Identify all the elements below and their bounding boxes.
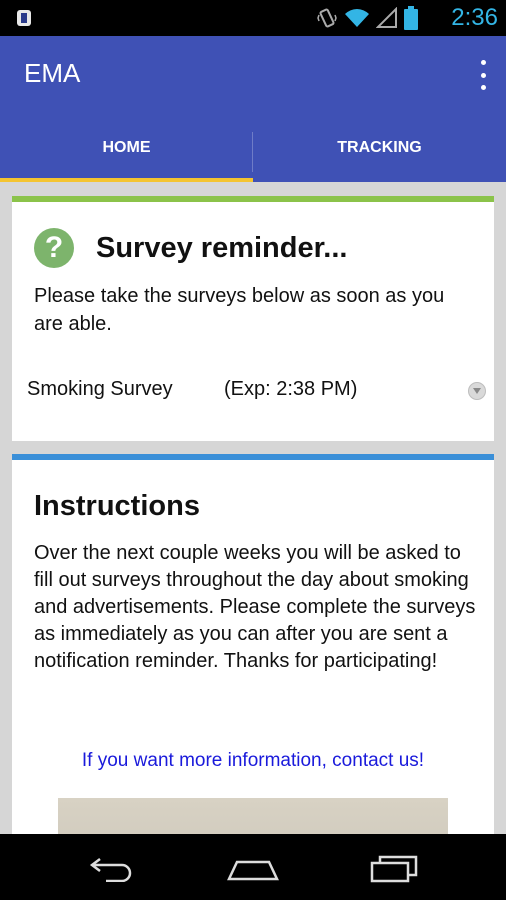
navigation-bar bbox=[0, 834, 506, 900]
battery-icon bbox=[404, 6, 418, 30]
survey-reminder-card: ? Survey reminder... Please take the sur… bbox=[12, 196, 494, 441]
home-icon[interactable] bbox=[223, 852, 283, 884]
signal-icon bbox=[376, 7, 397, 28]
status-time: 2:36 bbox=[451, 4, 498, 31]
survey-list-item[interactable]: Smoking Survey (Exp: 2:38 PM) bbox=[12, 370, 494, 410]
reminder-text: Please take the surveys below as soon as… bbox=[34, 285, 445, 335]
instructions-card: Instructions Over the next couple weeks … bbox=[12, 454, 494, 834]
tab-tracking-label: TRACKING bbox=[337, 139, 422, 156]
content-area[interactable]: ? Survey reminder... Please take the sur… bbox=[0, 182, 506, 834]
chevron-down-icon[interactable] bbox=[468, 382, 486, 400]
tab-bar: HOME TRACKING bbox=[0, 126, 506, 182]
tab-divider bbox=[252, 132, 253, 172]
help-icon: ? bbox=[34, 228, 74, 268]
instructions-image bbox=[58, 798, 448, 834]
wifi-icon bbox=[345, 9, 369, 27]
tab-home-label: HOME bbox=[102, 139, 151, 156]
instructions-title: Instructions bbox=[34, 490, 200, 522]
survey-expiry: (Exp: 2:38 PM) bbox=[224, 378, 358, 400]
overflow-menu-icon[interactable] bbox=[474, 60, 492, 90]
back-icon[interactable] bbox=[82, 852, 142, 884]
app-title: EMA bbox=[24, 58, 81, 88]
survey-name: Smoking Survey bbox=[27, 378, 173, 400]
recents-icon[interactable] bbox=[364, 852, 424, 884]
status-bar: 2:36 bbox=[0, 0, 506, 36]
reminder-title: Survey reminder... bbox=[96, 232, 348, 264]
app-notification-icon bbox=[17, 10, 31, 26]
tab-home[interactable]: HOME bbox=[0, 126, 253, 182]
app-bar: EMA HOME TRACKING bbox=[0, 36, 506, 182]
instructions-text: Over the next couple weeks you will be a… bbox=[34, 542, 476, 672]
tab-tracking[interactable]: TRACKING bbox=[253, 126, 506, 182]
vibrate-icon bbox=[317, 8, 337, 28]
contact-link[interactable]: If you want more information, contact us… bbox=[12, 750, 494, 772]
